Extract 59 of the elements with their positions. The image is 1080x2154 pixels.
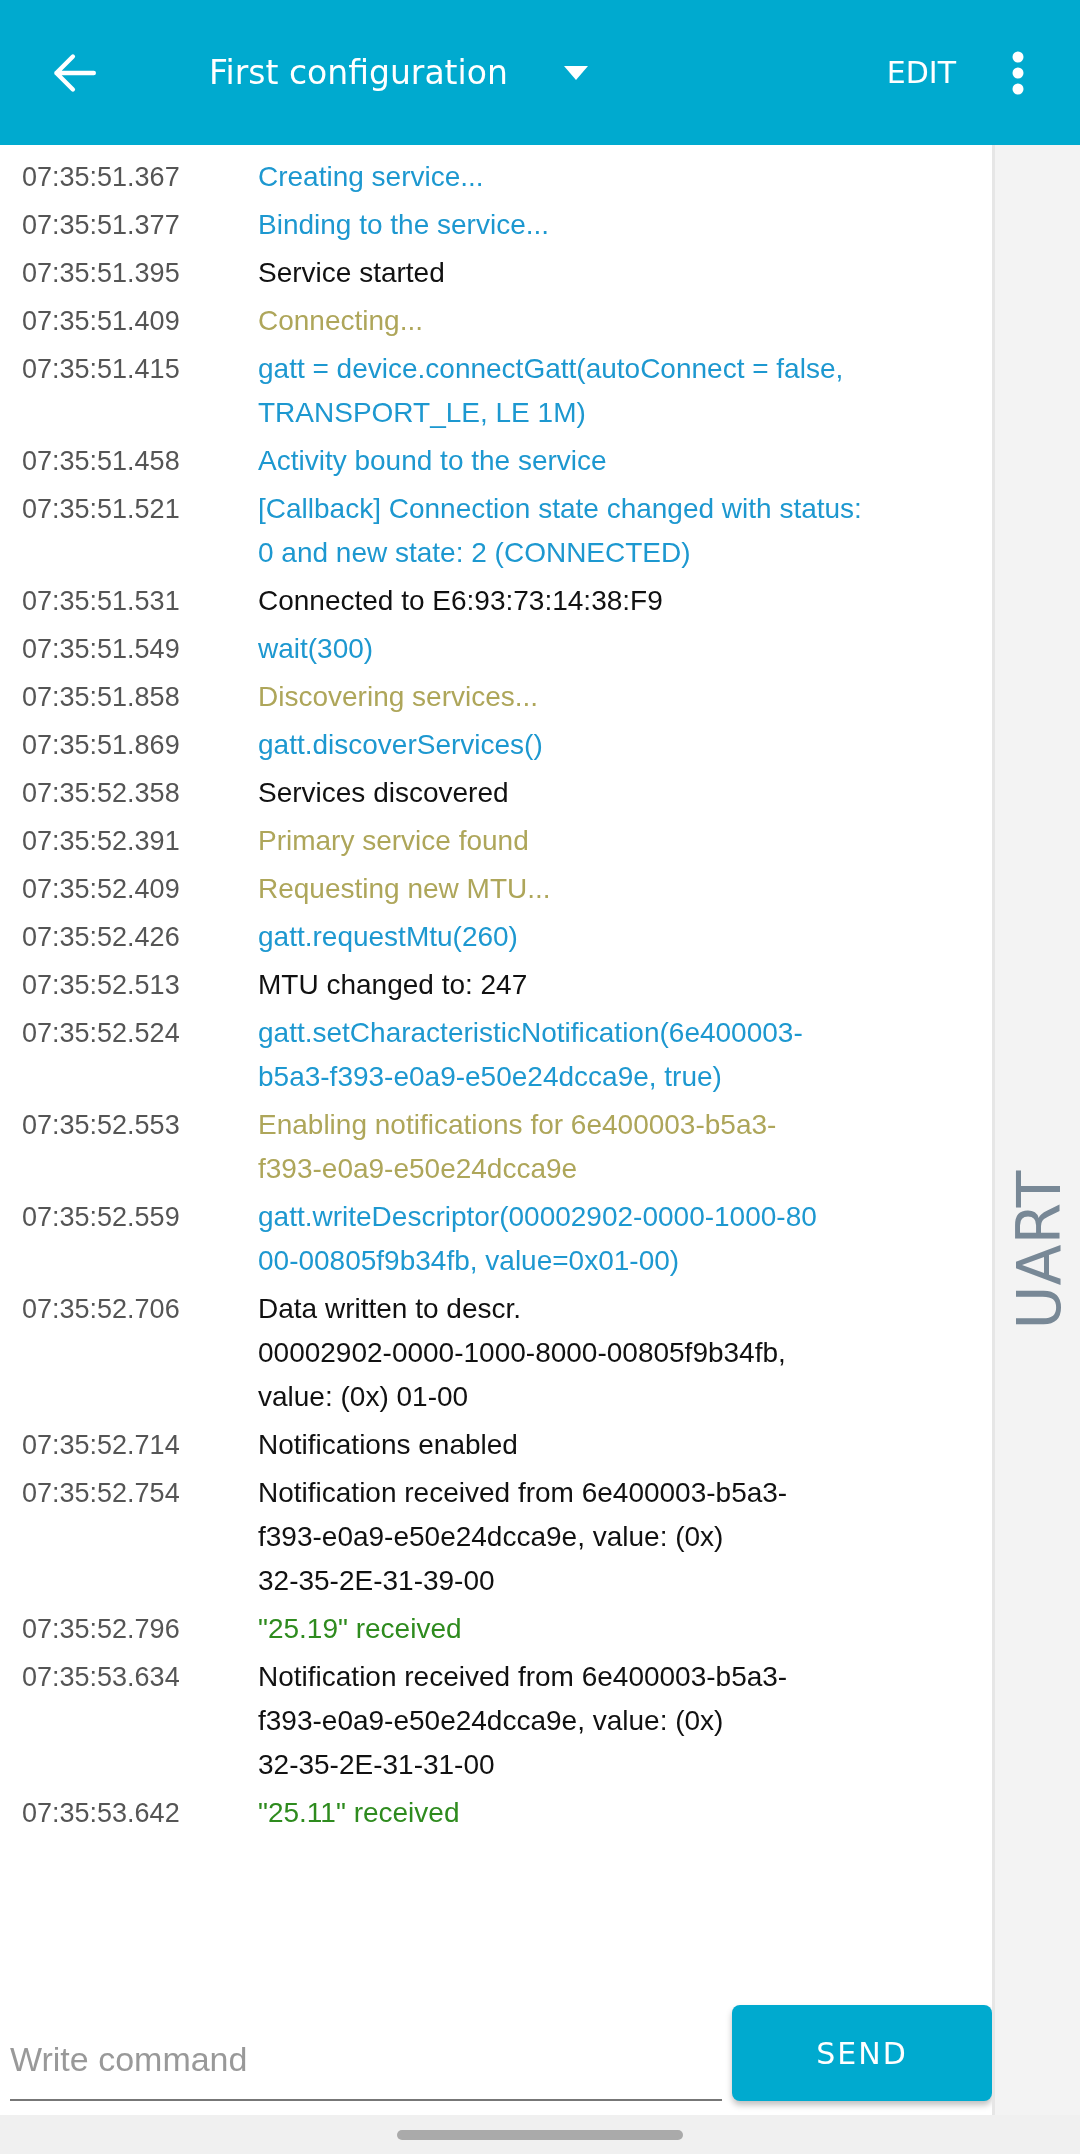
log-timestamp: 07:35:52.391 [22,825,181,858]
log-message: Service started [258,256,445,290]
log-timestamp: 07:35:52.796 [22,1613,181,1646]
send-button[interactable]: SEND [732,2005,992,2101]
log-timestamp: 07:35:52.513 [22,969,181,1002]
log-message: Services discovered [258,776,509,810]
log-message: Binding to the service... [258,208,550,242]
log-timestamp: 07:35:52.714 [22,1429,181,1462]
log-message: Primary service found [258,824,529,858]
log-message: Requesting new MTU... [258,872,551,906]
log-timestamp: 07:35:51.531 [22,585,181,618]
log-message: gatt.requestMtu(260) [258,920,518,954]
log-timestamp: 07:35:52.559 [22,1201,181,1234]
log-message: gatt.setCharacteristicNotification(6e400003- b5a3-f393-e0a9-e50e24dcca9e, true) [258,1016,803,1094]
log-message: "25.11" received [258,1796,460,1830]
log-timestamp: 07:35:52.706 [22,1293,181,1326]
log-timestamp: 07:35:52.524 [22,1017,181,1050]
log-timestamp: 07:35:52.426 [22,921,181,954]
log-message: gatt = device.connectGatt(autoConnect = false, TRANSPORT_LE, LE 1M) [258,352,844,430]
log-message: wait(300) [258,632,374,666]
log-message: Notification received from 6e400003-b5a3- f393-e0a9-e50e24dcca9e, value: (0x) 32-35-2E-31-39-00 [258,1476,788,1598]
log-message: Discovering services... [258,680,539,714]
log-timestamp: 07:35:52.409 [22,873,181,906]
log-message: Connecting... [258,304,423,338]
edit-button[interactable]: EDIT [886,55,956,90]
home-handle[interactable] [397,2129,683,2140]
configuration-title[interactable]: First configuration [209,53,508,92]
log-timestamp: 07:35:51.395 [22,257,181,290]
more-options-icon[interactable] [1012,50,1024,95]
log-message: Notifications enabled [258,1428,518,1462]
log-timestamp: 07:35:51.521 [22,493,181,526]
log-timestamp: 07:35:51.458 [22,445,181,478]
log-message: Data written to descr. 00002902-0000-1000-8000-00805f9b34fb, value: (0x) 01-00 [258,1292,786,1414]
log-timestamp: 07:35:52.358 [22,777,181,810]
uart-tab[interactable]: UART [1004,1170,1074,1330]
command-field[interactable]: Write command [10,2019,722,2101]
log-message: Enabling notifications for 6e400003-b5a3- f393-e0a9-e50e24dcca9e [258,1108,777,1186]
log-message: MTU changed to: 247 [258,968,528,1002]
log-timestamp: 07:35:51.367 [22,161,181,194]
log-timestamp: 07:35:51.858 [22,681,181,714]
log-timestamp: 07:35:51.549 [22,633,181,666]
log-message: gatt.discoverServices() [258,728,543,762]
log-timestamp: 07:35:51.409 [22,305,181,338]
log-timestamp: 07:35:51.869 [22,729,181,762]
log-message: Notification received from 6e400003-b5a3- f393-e0a9-e50e24dcca9e, value: (0x) 32-35-2E-31-31-00 [258,1660,788,1782]
log-message: Connected to E6:93:73:14:38:F9 [258,584,663,618]
log-timestamp: 07:35:53.642 [22,1797,181,1830]
log-timestamp: 07:35:51.415 [22,353,181,386]
log-message: gatt.writeDescriptor(00002902-0000-1000-80 00-00805f9b34fb, value=0x01-00) [258,1200,817,1278]
log-message: [Callback] Connection state changed with status: 0 and new state: 2 (CONNECTED) [258,492,862,570]
dropdown-caret-icon[interactable] [563,65,588,80]
log-message: "25.19" received [258,1612,462,1646]
back-arrow-icon[interactable] [52,52,96,93]
log-timestamp: 07:35:53.634 [22,1661,181,1694]
log-timestamp: 07:35:52.553 [22,1109,181,1142]
log-message: Activity bound to the service [258,444,607,478]
log-timestamp: 07:35:51.377 [22,209,181,242]
log-message: Creating service... [258,160,484,194]
log-timestamp: 07:35:52.754 [22,1477,181,1510]
